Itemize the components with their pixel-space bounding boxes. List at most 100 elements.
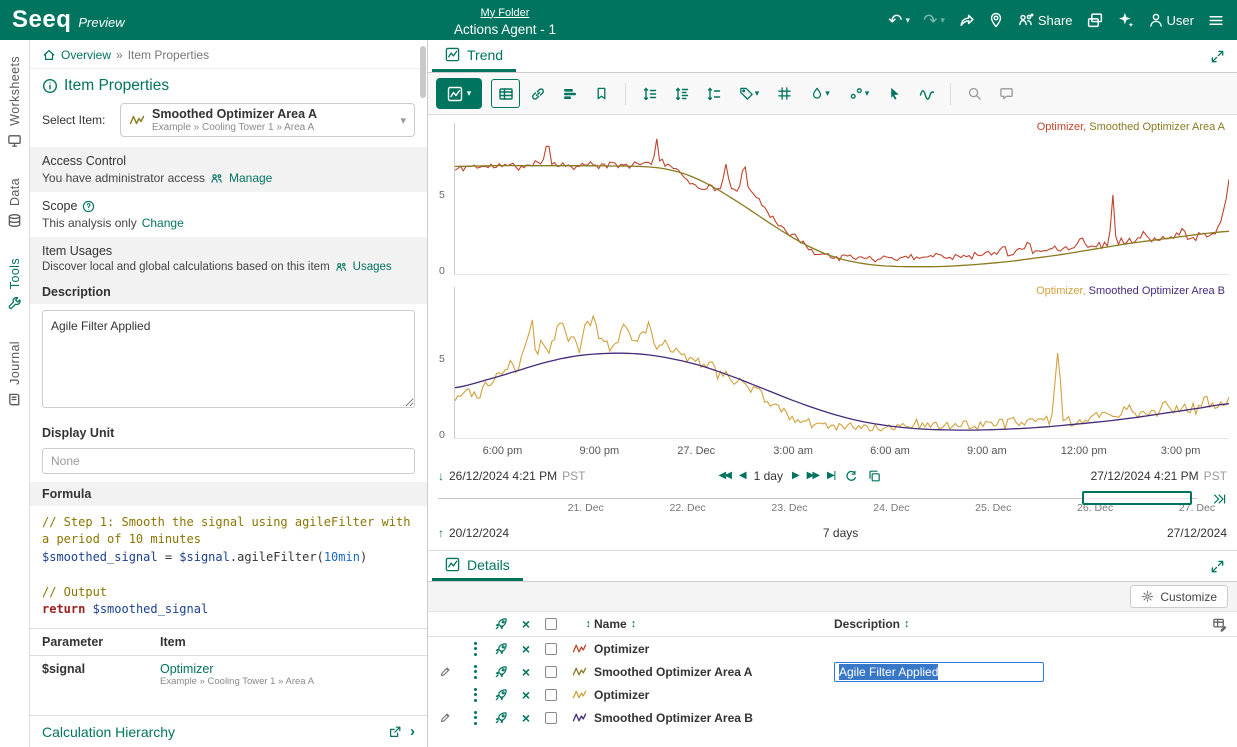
row-checkbox[interactable]: [538, 712, 564, 724]
expand-hierarchy-icon[interactable]: ›: [410, 723, 415, 740]
investigate-duration[interactable]: 7 days: [823, 526, 858, 540]
legend-item[interactable]: Optimizer,: [1036, 285, 1089, 297]
hamburger-menu-button[interactable]: [1207, 12, 1225, 29]
investigate-end-icon[interactable]: ↑: [438, 526, 444, 540]
remove-item-button[interactable]: ×: [514, 687, 538, 703]
trend-chart-lane-2[interactable]: Optimizer, Smoothed Optimizer Area B 05: [428, 283, 1237, 441]
step-back-button[interactable]: ◀: [739, 470, 745, 481]
parameter-item-link[interactable]: Optimizer: [160, 662, 213, 676]
formula-editor[interactable]: // Step 1: Smooth the signal using agile…: [30, 506, 427, 624]
step-forward-button[interactable]: ▶: [792, 470, 798, 481]
investigate-start-icon[interactable]: ↓: [438, 469, 444, 483]
expand-details-icon[interactable]: [1210, 559, 1237, 574]
legend-item[interactable]: Smoothed Optimizer Area A: [1089, 121, 1225, 133]
usages-link[interactable]: Usages: [353, 261, 392, 273]
my-folder-link[interactable]: My Folder: [481, 7, 530, 19]
share-forward-button[interactable]: [958, 12, 975, 29]
table-view-button[interactable]: [491, 79, 520, 108]
details-table-row[interactable]: × Smoothed Optimizer Area A Agile Filter…: [428, 660, 1237, 683]
remove-item-button[interactable]: ×: [514, 664, 538, 680]
copy-range-button[interactable]: [868, 469, 882, 483]
sidebar-tab-journal[interactable]: Journal: [7, 341, 22, 407]
ai-assistant-button[interactable]: [1117, 11, 1135, 29]
user-menu-button[interactable]: User: [1148, 12, 1194, 28]
select-all-checkbox[interactable]: [538, 618, 564, 630]
row-checkbox[interactable]: [538, 666, 564, 678]
row-menu-button[interactable]: [462, 709, 488, 727]
one-lane-button[interactable]: [667, 79, 696, 108]
home-icon[interactable]: [42, 48, 56, 62]
details-table-row[interactable]: × Optimizer: [428, 683, 1237, 706]
calculation-hierarchy-title[interactable]: Calculation Hierarchy: [42, 724, 175, 740]
worksheets-view-button[interactable]: [1086, 12, 1104, 29]
display-unit-input[interactable]: [42, 448, 415, 474]
item-name[interactable]: Optimizer: [594, 642, 834, 656]
derivative-button[interactable]: [912, 79, 941, 108]
scrubber-selection[interactable]: [1082, 491, 1193, 505]
item-name[interactable]: Smoothed Optimizer Area B: [594, 711, 834, 725]
tab-trend[interactable]: Trend: [432, 40, 516, 72]
zoom-button[interactable]: [960, 79, 989, 108]
step-forward-fast-button[interactable]: ▶▶: [807, 470, 818, 481]
item-name[interactable]: Smoothed Optimizer Area A: [594, 665, 834, 679]
question-circle-icon[interactable]: [82, 200, 95, 213]
sidebar-tab-data[interactable]: Data: [7, 178, 22, 228]
range-start[interactable]: 26/12/2024 4:21 PM: [449, 469, 557, 483]
edit-description-icon[interactable]: [428, 665, 462, 678]
customize-lanes-button[interactable]: [635, 79, 664, 108]
details-table-row[interactable]: × Smoothed Optimizer Area B: [428, 706, 1237, 729]
details-table-row[interactable]: × Optimizer: [428, 637, 1237, 660]
change-scope-link[interactable]: Change: [142, 216, 184, 230]
panel-scrollbar[interactable]: [420, 46, 426, 98]
edit-description-icon[interactable]: [428, 711, 462, 724]
manage-access-link[interactable]: Manage: [229, 171, 272, 185]
samples-button[interactable]: ▾: [841, 79, 877, 108]
labels-button[interactable]: ▾: [731, 79, 767, 108]
cursors-button[interactable]: [880, 79, 909, 108]
auto-update-button[interactable]: [845, 469, 859, 483]
description-textarea[interactable]: Agile Filter Applied: [42, 310, 415, 408]
remove-item-button[interactable]: ×: [514, 710, 538, 726]
plot-area[interactable]: [454, 123, 1229, 275]
remove-all-button[interactable]: ×: [514, 616, 538, 632]
legend-item[interactable]: Smoothed Optimizer Area B: [1089, 285, 1225, 297]
info-circle-icon[interactable]: [42, 78, 58, 94]
sort-description-icon[interactable]: ↕: [904, 618, 910, 630]
capsule-lanes-button[interactable]: [555, 79, 584, 108]
bookmark-button[interactable]: [587, 79, 616, 108]
trend-chart-lane-1[interactable]: Optimizer, Smoothed Optimizer Area A 05: [428, 119, 1237, 277]
sort-name-icon[interactable]: ↕: [631, 618, 637, 630]
description-column-header[interactable]: Description: [834, 617, 900, 631]
view-selector-button[interactable]: ▾: [436, 78, 482, 109]
chain-view-button[interactable]: [523, 79, 552, 108]
undo-button[interactable]: ↶▾: [888, 12, 910, 29]
redo-button[interactable]: ↷▾: [923, 12, 945, 29]
gridlines-button[interactable]: [770, 79, 799, 108]
capsule-fill-button[interactable]: ▾: [802, 79, 838, 108]
table-settings-icon[interactable]: [1201, 617, 1237, 632]
rocket-icon[interactable]: [488, 688, 514, 702]
sort-by-type-icon[interactable]: ↕: [564, 618, 594, 630]
rocket-icon[interactable]: [488, 711, 514, 725]
description-edit-input[interactable]: Agile Filter Applied: [834, 662, 1044, 682]
row-checkbox[interactable]: [538, 689, 564, 701]
row-checkbox[interactable]: [538, 643, 564, 655]
step-back-fast-button[interactable]: ◀◀: [719, 470, 730, 481]
rocket-icon[interactable]: [488, 665, 514, 679]
row-menu-button[interactable]: [462, 686, 488, 704]
item-name[interactable]: Optimizer: [594, 688, 834, 702]
row-menu-button[interactable]: [462, 663, 488, 681]
range-duration[interactable]: 1 day: [754, 469, 783, 483]
range-end[interactable]: 27/12/2024 4:21 PM: [1091, 469, 1199, 483]
item-select-dropdown[interactable]: Smoothed Optimizer Area A Example » Cool…: [120, 103, 415, 137]
share-button[interactable]: Share: [1017, 12, 1073, 28]
tab-details[interactable]: Details: [432, 551, 523, 581]
jump-to-end-icon[interactable]: [1212, 492, 1227, 506]
one-yaxis-button[interactable]: [699, 79, 728, 108]
location-pin-button[interactable]: [988, 12, 1004, 28]
name-column-header[interactable]: Name: [594, 617, 627, 631]
legend-item[interactable]: Optimizer,: [1037, 121, 1090, 133]
item-description[interactable]: Agile Filter Applied: [834, 662, 1201, 682]
sidebar-tab-tools[interactable]: Tools: [7, 258, 22, 311]
external-link-icon[interactable]: [388, 725, 402, 739]
